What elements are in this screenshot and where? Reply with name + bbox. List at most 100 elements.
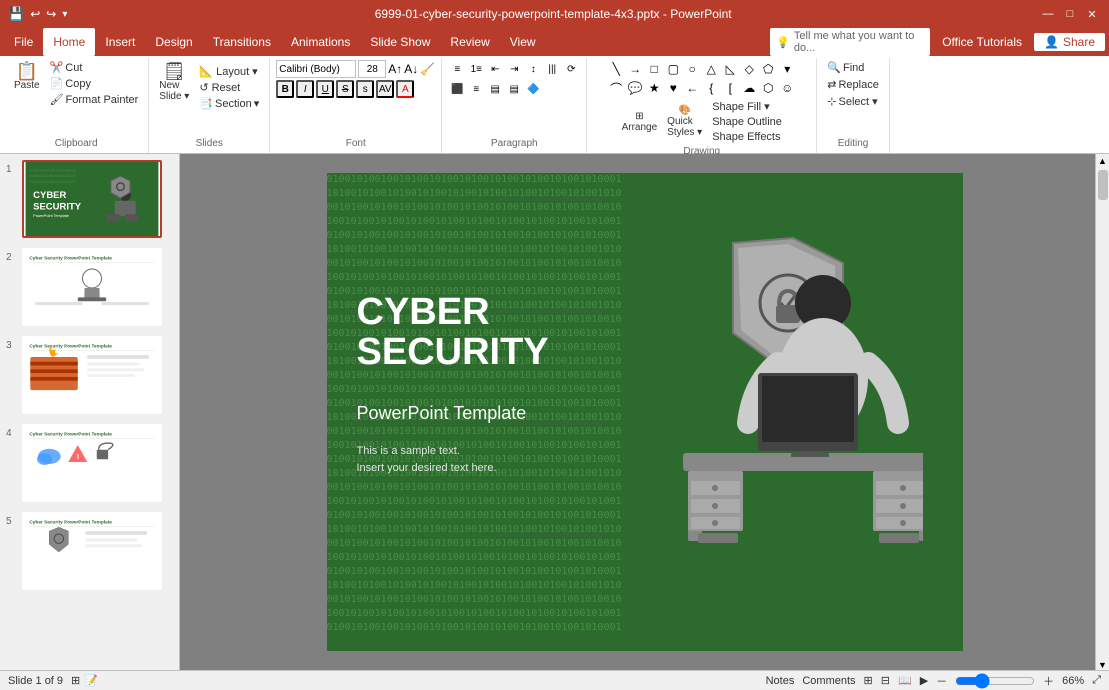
columns-button[interactable]: |||	[543, 60, 561, 78]
shadow-button[interactable]: s	[356, 80, 374, 98]
shape-fill-button[interactable]: Shape Fill ▾	[708, 99, 786, 114]
save-icon[interactable]: 💾	[8, 6, 24, 22]
section-button[interactable]: 📑 Section ▾	[195, 96, 263, 111]
numbering-button[interactable]: 1≡	[467, 60, 485, 78]
underline-button[interactable]: U	[316, 80, 334, 98]
char-spacing-button[interactable]: AV	[376, 80, 394, 98]
menu-insert[interactable]: Insert	[95, 28, 145, 56]
undo-icon[interactable]: ↩	[30, 7, 40, 21]
copy-button[interactable]: 📄 Copy	[46, 76, 143, 91]
select-button[interactable]: ⊹ Select ▾	[823, 94, 881, 109]
more-shapes-btn[interactable]: ▾	[778, 60, 796, 78]
menu-review[interactable]: Review	[440, 28, 499, 56]
slide-preview-3[interactable]: Cyber Security PowerPoint Template	[22, 336, 162, 414]
arrow-shape[interactable]: →	[626, 60, 644, 78]
font-size-input[interactable]	[358, 60, 386, 78]
heart-shape[interactable]: ♥	[664, 79, 682, 97]
comments-button[interactable]: Comments	[802, 675, 855, 687]
bullets-button[interactable]: ≡	[448, 60, 466, 78]
triangle-shape[interactable]: △	[702, 60, 720, 78]
increase-indent-button[interactable]: ⇥	[505, 60, 523, 78]
shape-outline-button[interactable]: Shape Outline	[708, 115, 786, 129]
zoom-level[interactable]: 66%	[1062, 675, 1084, 687]
minimize-button[interactable]: —	[1039, 5, 1057, 23]
notes-button[interactable]: Notes	[766, 675, 795, 687]
layout-button[interactable]: 📐 Layout ▾	[195, 64, 263, 79]
rect-shape[interactable]: □	[645, 60, 663, 78]
slide-view-icon[interactable]: ⊞	[71, 674, 80, 687]
line-spacing-button[interactable]: ↕	[524, 60, 542, 78]
flowchart-shape[interactable]: ⬡	[759, 79, 777, 97]
share-button[interactable]: 👤 Share	[1034, 33, 1105, 51]
pentagon-shape[interactable]: ⬠	[759, 60, 777, 78]
slide-panel[interactable]: 1 01001010100101010010 10100101001010010…	[0, 154, 180, 670]
redo-icon[interactable]: ↪	[46, 7, 56, 21]
slide-thumb-3[interactable]: 3 Cyber Security PowerPoint Template	[4, 334, 175, 416]
align-right-button[interactable]: ▤	[486, 80, 504, 98]
new-slide-button[interactable]: 🗒 NewSlide ▾	[155, 60, 193, 104]
rounded-rect-shape[interactable]: ▢	[664, 60, 682, 78]
quick-styles-button[interactable]: 🎨 QuickStyles ▾	[663, 103, 706, 140]
clear-format-icon[interactable]: 🧹	[420, 62, 435, 76]
line-shape[interactable]: ╲	[607, 60, 625, 78]
align-left-button[interactable]: ⬛	[448, 80, 466, 98]
curve-shape[interactable]: ⌒	[607, 79, 625, 97]
menu-transitions[interactable]: Transitions	[203, 28, 281, 56]
scroll-down-btn[interactable]: ▼	[1096, 658, 1109, 670]
menu-home[interactable]: Home	[43, 28, 95, 56]
notes-view-icon[interactable]: 📝	[84, 674, 98, 687]
zoom-out-icon[interactable]: －	[936, 673, 947, 689]
menu-file[interactable]: File	[4, 28, 43, 56]
scroll-thumb[interactable]	[1098, 170, 1108, 200]
slide-thumb-5[interactable]: 5 Cyber Security PowerPoint Template	[4, 510, 175, 592]
smiley-shape[interactable]: ☺	[778, 79, 796, 97]
slide-thumb-4[interactable]: 4 Cyber Security PowerPoint Template !	[4, 422, 175, 504]
left-arrow-shape[interactable]: ←	[683, 79, 701, 97]
maximize-button[interactable]: □	[1061, 5, 1079, 23]
font-color-button[interactable]: A	[396, 80, 414, 98]
office-tutorials-link[interactable]: Office Tutorials	[934, 35, 1030, 49]
slide-preview-1[interactable]: 01001010100101010010 1010010100101001010…	[22, 160, 162, 238]
slide-canvas[interactable]: 0100101001001010010100101001010010100101…	[327, 173, 963, 651]
replace-button[interactable]: ⇄ Replace	[823, 77, 883, 92]
text-direction-button[interactable]: ⟳	[562, 60, 580, 78]
star5-shape[interactable]: ★	[645, 79, 663, 97]
cloud-shape[interactable]: ☁	[740, 79, 758, 97]
zoom-in-icon[interactable]: ＋	[1043, 673, 1054, 689]
slide-thumb-1[interactable]: 1 01001010100101010010 10100101001010010…	[4, 158, 175, 240]
search-box[interactable]: 💡 Tell me what you want to do...	[770, 28, 930, 56]
oval-shape[interactable]: ○	[683, 60, 701, 78]
strikethrough-button[interactable]: S	[336, 80, 354, 98]
reset-button[interactable]: ↺ Reset	[195, 80, 263, 95]
view-slideshow-icon[interactable]: ▶	[920, 674, 928, 687]
fit-slide-icon[interactable]: ⤢	[1092, 674, 1101, 687]
bold-button[interactable]: B	[276, 80, 294, 98]
slide-preview-4[interactable]: Cyber Security PowerPoint Template !	[22, 424, 162, 502]
justify-button[interactable]: ▤	[505, 80, 523, 98]
callout-shape[interactable]: 💬	[626, 79, 644, 97]
font-grow-icon[interactable]: A↑	[388, 62, 402, 76]
diamond-shape[interactable]: ◇	[740, 60, 758, 78]
menu-animations[interactable]: Animations	[281, 28, 360, 56]
decrease-indent-button[interactable]: ⇤	[486, 60, 504, 78]
paste-button[interactable]: 📋 Paste	[10, 60, 44, 93]
view-reading-icon[interactable]: 📖	[898, 674, 912, 687]
view-normal-icon[interactable]: ⊞	[864, 674, 873, 687]
menu-design[interactable]: Design	[145, 28, 202, 56]
brace-shape[interactable]: {	[702, 79, 720, 97]
slide-preview-5[interactable]: Cyber Security PowerPoint Template	[22, 512, 162, 590]
format-painter-button[interactable]: 🖌 Format Painter	[46, 92, 143, 107]
view-slide-sorter-icon[interactable]: ⊟	[881, 674, 890, 687]
scroll-up-btn[interactable]: ▲	[1096, 154, 1109, 168]
zoom-slider[interactable]	[955, 673, 1035, 689]
font-name-input[interactable]	[276, 60, 356, 78]
cut-button[interactable]: ✂️ Cut	[46, 60, 143, 75]
italic-button[interactable]: I	[296, 80, 314, 98]
slide-thumb-2[interactable]: 2 Cyber Security PowerPoint Template	[4, 246, 175, 328]
menu-slideshow[interactable]: Slide Show	[360, 28, 440, 56]
rt-triangle-shape[interactable]: ◺	[721, 60, 739, 78]
close-button[interactable]: ✕	[1083, 5, 1101, 23]
scrollbar-v[interactable]: ▲ ▼	[1095, 154, 1109, 670]
find-button[interactable]: 🔍 Find	[823, 60, 868, 75]
align-center-button[interactable]: ≡	[467, 80, 485, 98]
